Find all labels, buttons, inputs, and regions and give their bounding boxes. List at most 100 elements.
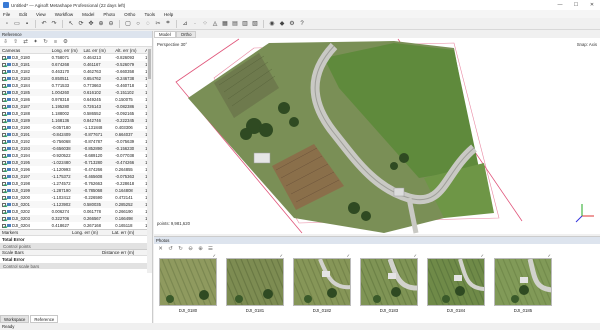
camera-checkbox[interactable] [2,76,6,81]
table-row[interactable]: DJI_01830.8505110.654762-0.24673814 [0,75,152,82]
camera-checkbox[interactable] [2,125,6,130]
table-row[interactable]: DJI_01881.1880020.586552-0.09216514 [0,110,152,117]
texture-icon[interactable]: ▦ [221,20,229,28]
photo-thumbnail[interactable]: ✓ DJI_0181 [226,253,284,313]
photo-thumbnail[interactable]: ✓ DJI_0182 [293,253,351,313]
table-row[interactable]: DJI_0194-0.920522-0.689120-0.07703814 [0,152,152,159]
circle-select-icon[interactable]: ○ [134,20,142,28]
camera-checkbox[interactable] [2,132,6,137]
table-row[interactable]: DJI_0196-1.120993-0.4742660.26485514 [0,166,152,173]
help-icon[interactable]: ? [298,20,306,28]
col-lat-err[interactable]: Lat. err (m) [81,48,113,53]
table-row[interactable]: DJI_01851.0042600.616102-0.15110214 [0,89,152,96]
camera-checkbox[interactable] [2,188,6,193]
mesh-icon[interactable]: ◬ [211,20,219,28]
table-row[interactable]: DJI_02030.3227060.2665670.16649814 [0,215,152,222]
update-icon[interactable]: ↻ [42,39,49,46]
table-row[interactable]: DJI_0195-1.022480-0.713280-0.47426614 [0,159,152,166]
col-markers[interactable]: Markers [0,230,70,235]
camera-checkbox[interactable] [2,174,6,179]
camera-checkbox[interactable] [2,139,6,144]
export-icon[interactable]: ⇧ [12,39,19,46]
minimize-button[interactable]: — [552,0,568,10]
settings-icon[interactable]: ⚙ [288,20,296,28]
dem-icon[interactable]: ▥ [241,20,249,28]
camera-checkbox[interactable] [2,97,6,102]
import-icon[interactable]: ⇩ [2,39,9,46]
model-viewport[interactable]: Perspective 30° Snap: Axis points: 9,981… [154,38,600,234]
zoom-out-icon[interactable]: ⊖ [107,20,115,28]
scrollbar-thumb[interactable] [148,49,151,79]
table-row[interactable]: DJI_01810.6742680.461167-0.52607914 [0,61,152,68]
undo-icon[interactable]: ↶ [40,20,48,28]
optimize-icon[interactable]: ✦ [32,39,39,46]
tab-reference[interactable]: Reference [30,315,59,323]
zoom-in-icon[interactable]: ⊕ [197,245,204,252]
col-alt-err[interactable]: Alt. err (m) [113,48,143,53]
camera-checkbox[interactable] [2,209,6,214]
table-row[interactable]: DJI_0198-1.274572-0.762663-0.22861814 [0,180,152,187]
crop-icon[interactable]: ⌗ [164,20,172,28]
table-row[interactable]: DJI_0193-0.656038-0.852890-0.15623014 [0,145,152,152]
menu-view[interactable]: View [36,12,46,17]
camera-icon[interactable]: ◉ [268,20,276,28]
table-row[interactable]: DJI_02040.4186270.2671680.16511814 [0,222,152,229]
convert-icon[interactable]: ⇄ [22,39,29,46]
ruler-icon[interactable]: ⊿ [181,20,189,28]
menu-edit[interactable]: Edit [19,12,27,17]
col-distance-err[interactable]: Distance err (m) [100,250,150,255]
camera-checkbox[interactable] [2,55,6,60]
table-row[interactable]: DJI_0197-1.175372-0.465608-0.07536314 [0,173,152,180]
menu-ortho[interactable]: Ortho [124,12,135,17]
table-row[interactable]: DJI_01820.4631700.462763-0.66035814 [0,68,152,75]
camera-checkbox[interactable] [2,146,6,151]
table-row[interactable]: DJI_01891.1681360.842746-0.22234514 [0,117,152,124]
menu-help[interactable]: Help [164,12,173,17]
point-icon[interactable]: · [191,20,199,28]
col-long-err[interactable]: Long. err (m) [50,48,82,53]
menu-model[interactable]: Model [82,12,94,17]
table-row[interactable]: DJI_01871.1952800.726143-0.08238614 [0,103,152,110]
camera-checkbox[interactable] [2,90,6,95]
camera-checkbox[interactable] [2,83,6,88]
table-row[interactable]: DJI_01860.9783180.6492450.15007514 [0,96,152,103]
table-row[interactable]: DJI_0199-1.287190-0.7850680.16480814 [0,187,152,194]
photo-thumbnail[interactable]: ✓ DJI_0183 [360,253,418,313]
menu-workflow[interactable]: Workflow [55,12,73,17]
tab-ortho[interactable]: Ortho [175,31,197,38]
dense-icon[interactable]: ⁘ [201,20,209,28]
view-errors-icon[interactable]: ≡ [52,39,59,46]
camera-checkbox[interactable] [2,104,6,109]
table-row[interactable]: DJI_0190-0.057180-1.1318480.40330614 [0,124,152,131]
view-details-icon[interactable]: ☰ [207,245,214,252]
table-row[interactable]: DJI_0191-0.842409-0.8776710.66403714 [0,131,152,138]
rotate-right-icon[interactable]: ↻ [177,245,184,252]
camera-checkbox[interactable] [2,111,6,116]
table-row[interactable]: DJI_0200-1.102412-0.2265900.47214114 [0,194,152,201]
camera-checkbox[interactable] [2,118,6,123]
col-lat-err[interactable]: Lat. err (m) [110,230,150,235]
camera-checkbox[interactable] [2,62,6,67]
camera-checkbox[interactable] [2,167,6,172]
camera-checkbox[interactable] [2,216,6,221]
col-cameras[interactable]: Cameras [0,48,50,53]
cut-icon[interactable]: ✂ [154,20,162,28]
new-icon[interactable]: ▫ [3,20,11,28]
lasso-icon[interactable]: ◌ [144,20,152,28]
camera-checkbox[interactable] [2,202,6,207]
col-long-err[interactable]: Long. err (m) [70,230,110,235]
open-icon[interactable]: ▭ [13,20,21,28]
col-scale-bars[interactable]: Scale Bars [0,250,100,255]
camera-checkbox[interactable] [2,181,6,186]
photo-thumbnail[interactable]: ✓ DJI_0184 [427,253,485,313]
zoom-in-icon[interactable]: ⊕ [97,20,105,28]
table-row[interactable]: DJI_01840.7715330.773663-0.46071814 [0,82,152,89]
tab-model[interactable]: Model [154,31,176,38]
table-row[interactable]: DJI_01800.7580710.464213-0.82609314 [0,54,152,61]
rotate-left-icon[interactable]: ↺ [167,245,174,252]
menu-photo[interactable]: Photo [103,12,115,17]
settings-icon[interactable]: ⚙ [62,39,69,46]
move-icon[interactable]: ✥ [87,20,95,28]
tiled-icon[interactable]: ▤ [231,20,239,28]
zoom-out-icon[interactable]: ⊖ [187,245,194,252]
